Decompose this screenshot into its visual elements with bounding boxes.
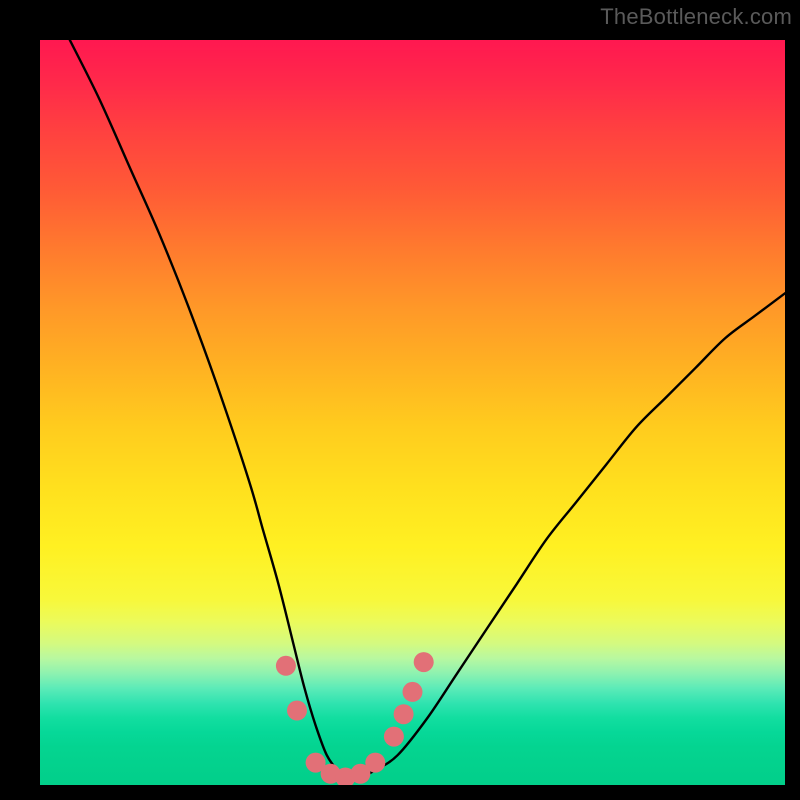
curve-marker [414, 652, 434, 672]
watermark-text: TheBottleneck.com [600, 4, 792, 30]
chart-svg [40, 40, 785, 785]
curve-marker [365, 753, 385, 773]
curve-marker [403, 682, 423, 702]
curve-marker [384, 727, 404, 747]
curve-marker [287, 701, 307, 721]
curve-marker [394, 704, 414, 724]
curve-marker [276, 656, 296, 676]
chart-frame: TheBottleneck.com [0, 0, 800, 800]
plot-area [40, 40, 785, 785]
